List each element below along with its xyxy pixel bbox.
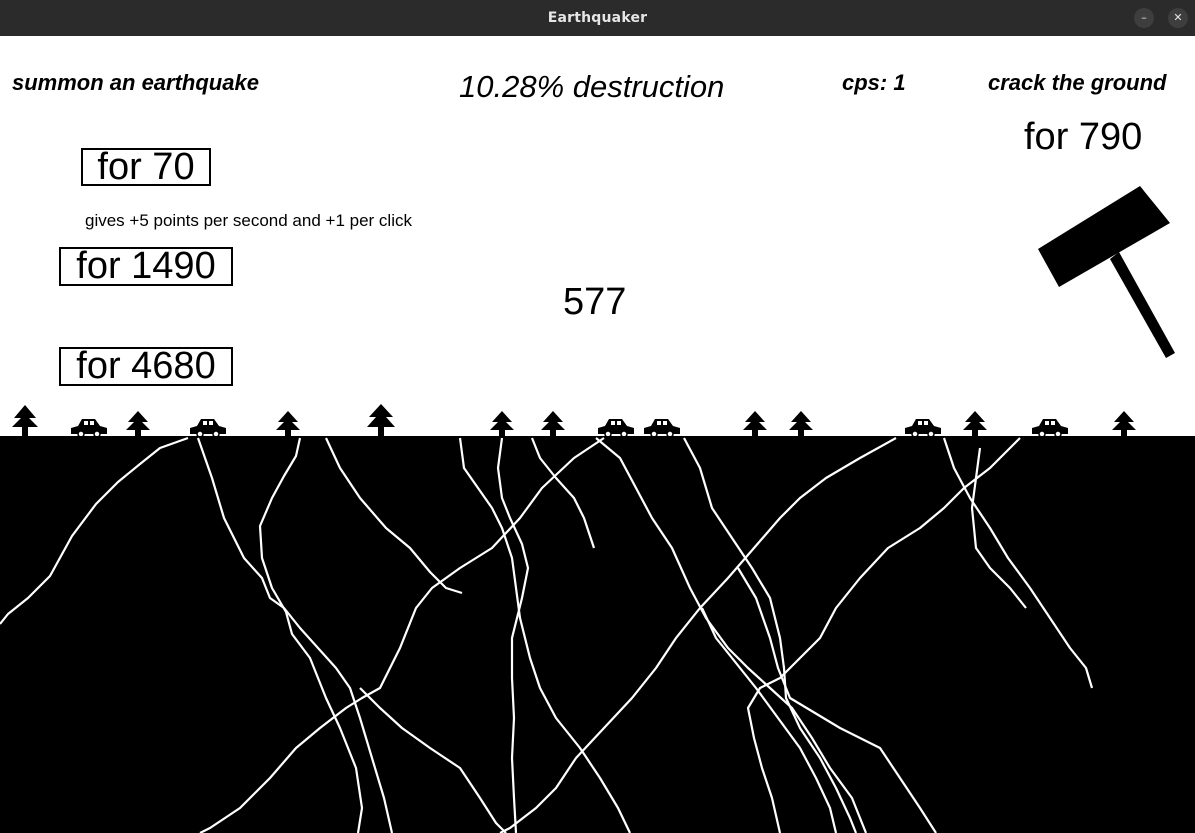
crack-line: [942, 437, 1094, 689]
hammer-icon[interactable]: [1030, 181, 1180, 366]
tree-icon: [276, 411, 300, 436]
crack-line: [0, 436, 189, 625]
car-icon: [598, 419, 634, 438]
tree-icon: [12, 405, 38, 436]
tree-icon: [963, 411, 987, 436]
upgrade-description: gives +5 points per second and +1 per cl…: [85, 211, 412, 230]
window-title: Earthquaker: [547, 10, 648, 26]
crack-line: [199, 437, 605, 833]
crack-line: [595, 437, 868, 833]
car-icon: [644, 419, 680, 438]
minimize-button[interactable]: –: [1134, 8, 1154, 28]
tree-icon: [367, 404, 395, 436]
crack-line: [325, 437, 463, 595]
tree-icon: [126, 411, 150, 436]
summon-earthquake-label: summon an earthquake: [12, 70, 259, 95]
car-icon: [1032, 419, 1068, 438]
crack-ground-price-button[interactable]: for 790: [1024, 116, 1142, 159]
crack-line: [746, 437, 1021, 833]
tree-icon: [743, 411, 767, 436]
car-icon: [71, 419, 107, 438]
crack-line: [258, 437, 364, 833]
car-icon: [190, 419, 226, 438]
window-titlebar: Earthquaker – ✕: [0, 0, 1195, 36]
ground-area[interactable]: [0, 436, 1195, 833]
destruction-percent: 10.28% destruction: [459, 69, 725, 104]
crack-line: [196, 437, 394, 833]
crack-line: [458, 437, 631, 833]
tree-icon: [789, 411, 813, 436]
crack-line: [359, 687, 507, 833]
upgrade-button-2[interactable]: for 1490: [59, 247, 233, 286]
crack-line: [499, 437, 897, 833]
ground-cracks: [0, 436, 1094, 833]
upgrade-button-1[interactable]: for 70: [81, 148, 211, 186]
tree-icon: [1112, 411, 1136, 436]
score-counter: 577: [563, 281, 627, 323]
tree-icon: [490, 411, 514, 436]
game-canvas: summon an earthquake 10.28% destruction …: [0, 36, 1195, 833]
crack-ground-label: crack the ground: [988, 70, 1167, 95]
clicks-per-second: cps: 1: [842, 70, 906, 95]
upgrade-button-3[interactable]: for 4680: [59, 347, 233, 386]
car-icon: [905, 419, 941, 438]
crack-line: [970, 447, 1027, 609]
crack-line: [530, 437, 596, 549]
tree-icon: [541, 411, 565, 436]
surface-scene: [12, 404, 1136, 438]
close-button[interactable]: ✕: [1168, 8, 1188, 28]
